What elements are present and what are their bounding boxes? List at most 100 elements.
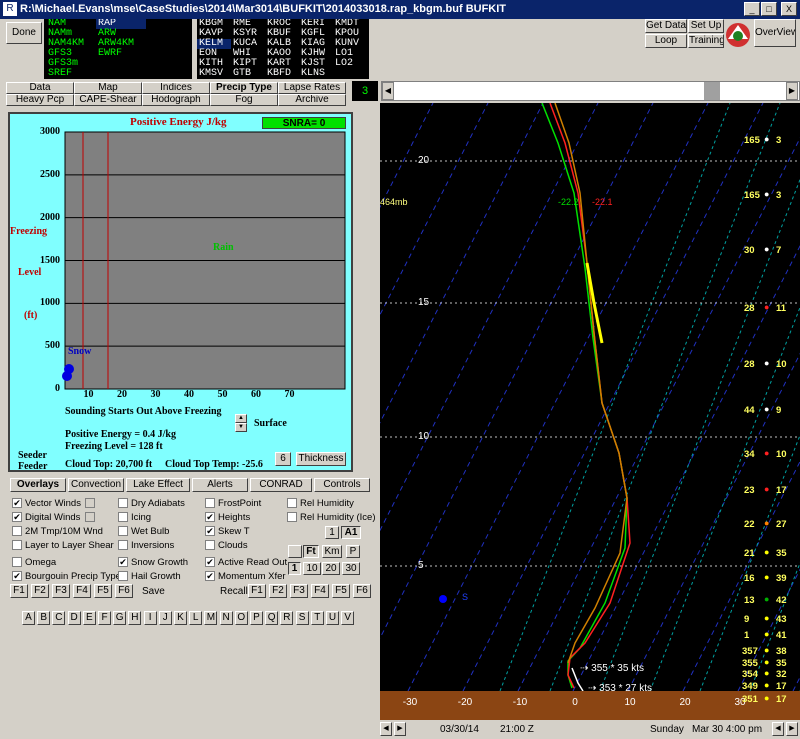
station-list[interactable]: KBGM RME KROC KERI KMDT KAVP KSYR KBUF KGFL KPOU K… bbox=[197, 19, 369, 79]
skewt-display[interactable]: 464mb -22.2 -22.1 20 15 10 5 -30 -20 -10 0 10 20… bbox=[380, 103, 800, 720]
spinner-up-icon[interactable]: ▲ bbox=[235, 414, 247, 423]
letter-n-button[interactable]: N bbox=[219, 611, 233, 625]
scroll-right-arrow-2[interactable]: ▶ bbox=[786, 722, 798, 736]
fkey-save-f2[interactable]: F2 bbox=[31, 584, 49, 598]
model-list[interactable]: NAM NAMm NAM4KM GFS3 GFS3m SREF RAP ARW ARW4KM E… bbox=[44, 19, 192, 79]
tab-data[interactable]: Data bbox=[6, 82, 74, 94]
overlay-option-2m-tmp-10m-wnd[interactable]: 2M Tmp/10M Wnd bbox=[12, 526, 103, 538]
overlay-option-bourgouin-precip-type[interactable]: ✔ Bourgouin Precip Type bbox=[12, 571, 121, 583]
six-button[interactable]: 6 bbox=[275, 452, 291, 466]
letter-c-button[interactable]: C bbox=[52, 611, 66, 625]
done-button[interactable]: Done bbox=[6, 22, 42, 44]
overlay-option-icing[interactable]: Icing bbox=[118, 512, 151, 524]
overlay-tab-overlays[interactable]: Overlays bbox=[10, 478, 66, 492]
overlay-option-vector-winds[interactable]: ✔ Vector Winds bbox=[12, 498, 81, 510]
letter-g-button[interactable]: G bbox=[113, 611, 127, 625]
letter-o-button[interactable]: O bbox=[234, 611, 248, 625]
fkey-save-f5[interactable]: F5 bbox=[94, 584, 112, 598]
checkmark-icon[interactable]: ✔ bbox=[118, 557, 128, 568]
letter-m-button[interactable]: M bbox=[204, 611, 218, 625]
checkmark-icon[interactable]: ✔ bbox=[12, 571, 22, 582]
overlay-option-active-read-out[interactable]: ✔ Active Read Out bbox=[205, 557, 287, 569]
tab-fog[interactable]: Fog bbox=[210, 94, 278, 106]
overlay-tab-conrad[interactable]: CONRAD bbox=[250, 478, 312, 492]
overlay-option-dry-adiabats[interactable]: Dry Adiabats bbox=[118, 498, 185, 510]
letter-u-button[interactable]: U bbox=[326, 611, 339, 625]
checkbox[interactable] bbox=[287, 512, 297, 523]
checkmark-icon[interactable]: ✔ bbox=[205, 512, 215, 523]
letter-q-button[interactable]: Q bbox=[265, 611, 279, 625]
tab-map[interactable]: Map bbox=[74, 82, 142, 94]
tab-indices[interactable]: Indices bbox=[142, 82, 210, 94]
slider-left-arrow[interactable]: ◀ bbox=[382, 82, 394, 100]
letter-i-button[interactable]: I bbox=[143, 611, 157, 625]
letter-t-button[interactable]: T bbox=[310, 611, 324, 625]
tab-lapse-rates[interactable]: Lapse Rates bbox=[278, 82, 346, 94]
slider-right-arrow[interactable]: ▶ bbox=[786, 82, 798, 100]
overlay-option-momentum-xfer[interactable]: ✔ Momentum Xfer bbox=[205, 571, 286, 583]
model-item[interactable]: EWRF bbox=[96, 49, 192, 59]
checkbox[interactable] bbox=[118, 526, 128, 537]
letter-a-button[interactable]: A bbox=[22, 611, 35, 625]
tab-precip-type[interactable]: Precip Type bbox=[210, 82, 278, 94]
time-slider[interactable]: ◀ ▶ bbox=[381, 81, 800, 101]
overlay-option-snow-growth[interactable]: ✔ Snow Growth bbox=[118, 557, 188, 569]
station-item[interactable]: GTB bbox=[231, 69, 265, 79]
station-item[interactable] bbox=[333, 69, 367, 79]
vector-winds-option-box[interactable] bbox=[85, 498, 95, 508]
overlay-option-wet-bulb[interactable]: Wet Bulb bbox=[118, 526, 169, 538]
fkey-recall-f5[interactable]: F5 bbox=[332, 584, 350, 598]
overlay-tab-alerts[interactable]: Alerts bbox=[192, 478, 248, 492]
set-up-button[interactable]: Set Up bbox=[688, 19, 724, 33]
training-button[interactable]: Training bbox=[688, 34, 724, 48]
minimize-button[interactable]: _ bbox=[744, 2, 760, 16]
level-10-button[interactable]: 10 bbox=[303, 562, 321, 575]
checkmark-icon[interactable]: ✔ bbox=[205, 557, 215, 568]
model-item[interactable]: SREF bbox=[46, 69, 94, 79]
km-button[interactable]: Km bbox=[322, 545, 342, 558]
slider-thumb[interactable] bbox=[704, 82, 720, 100]
overlay-option-rel-humidity-ice-[interactable]: Rel Humidity (Ice) bbox=[287, 512, 376, 524]
tab-heavy-pcp[interactable]: Heavy Pcp bbox=[6, 94, 74, 106]
surface-spinner[interactable]: ▲ ▼ bbox=[235, 414, 247, 432]
level-20-button[interactable]: 20 bbox=[322, 562, 340, 575]
letter-j-button[interactable]: J bbox=[158, 611, 172, 625]
overlay-option-clouds[interactable]: Clouds bbox=[205, 540, 248, 552]
checkbox[interactable] bbox=[118, 540, 128, 551]
letter-k-button[interactable]: K bbox=[174, 611, 187, 625]
checkmark-icon[interactable]: ✔ bbox=[205, 526, 215, 537]
overlay-option-layer-to-layer-shear[interactable]: Layer to Layer Shear bbox=[12, 540, 114, 552]
thickness-button[interactable]: Thickness bbox=[296, 452, 346, 466]
checkbox[interactable] bbox=[118, 571, 128, 582]
overlay-option-heights[interactable]: ✔ Heights bbox=[205, 512, 250, 524]
one-button[interactable]: 1 bbox=[325, 526, 339, 539]
overlay-option-digital-winds[interactable]: ✔ Digital Winds bbox=[12, 512, 80, 524]
letter-p-button[interactable]: P bbox=[250, 611, 263, 625]
fkey-save-f3[interactable]: F3 bbox=[52, 584, 70, 598]
scroll-right-arrow[interactable]: ▶ bbox=[394, 722, 406, 736]
loop-button[interactable]: Loop bbox=[645, 34, 687, 48]
overlay-tab-controls[interactable]: Controls bbox=[314, 478, 370, 492]
letter-b-button[interactable]: B bbox=[37, 611, 51, 625]
checkbox[interactable] bbox=[205, 498, 215, 509]
letter-l-button[interactable]: L bbox=[189, 611, 203, 625]
fkey-save-f4[interactable]: F4 bbox=[73, 584, 91, 598]
overlay-option-inversions[interactable]: Inversions bbox=[118, 540, 174, 552]
tab-archive[interactable]: Archive bbox=[278, 94, 346, 106]
maximize-button[interactable]: □ bbox=[761, 2, 777, 16]
overlay-tab-convection[interactable]: Convection bbox=[68, 478, 124, 492]
digital-winds-option-box[interactable] bbox=[85, 512, 95, 522]
station-item[interactable]: KLNS bbox=[299, 69, 333, 79]
a1-button[interactable]: A1 bbox=[341, 526, 361, 539]
letter-f-button[interactable]: F bbox=[98, 611, 111, 625]
checkbox[interactable] bbox=[12, 540, 22, 551]
overlay-option-skew-t[interactable]: ✔ Skew T bbox=[205, 526, 250, 538]
checkbox[interactable] bbox=[12, 526, 22, 537]
letter-r-button[interactable]: R bbox=[280, 611, 294, 625]
fkey-recall-f2[interactable]: F2 bbox=[269, 584, 287, 598]
checkbox[interactable] bbox=[12, 557, 22, 568]
checkmark-icon[interactable]: ✔ bbox=[12, 512, 22, 523]
letter-s-button[interactable]: S bbox=[295, 611, 309, 625]
letter-d-button[interactable]: D bbox=[67, 611, 81, 625]
close-button[interactable]: X bbox=[781, 2, 797, 16]
